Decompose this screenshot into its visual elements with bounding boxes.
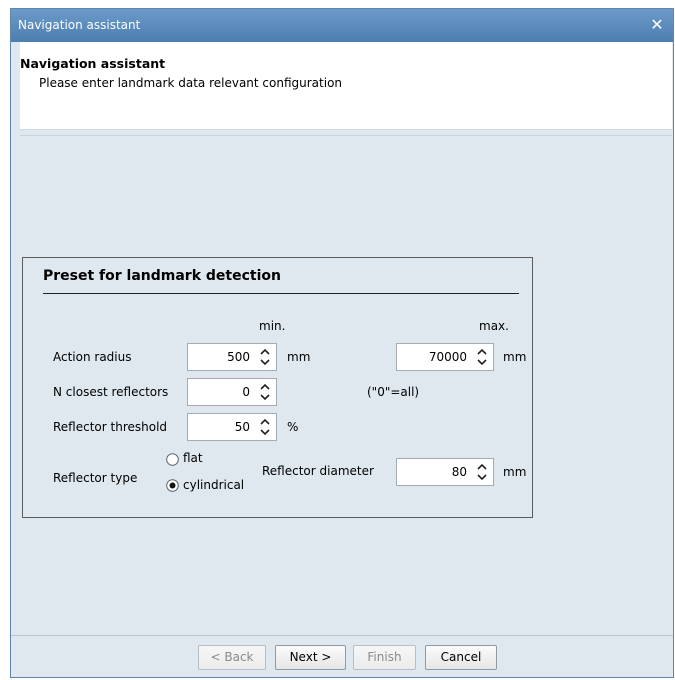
diameter-value: 80 [451,465,467,479]
action-radius-label: Action radius [53,350,132,364]
landmark-detection-panel: Preset for landmark detection min. max. … [22,257,533,518]
flat-radio-label[interactable]: flat [183,451,203,465]
n-closest-spinner[interactable]: 0 [187,378,277,406]
action-radius-max-unit: mm [503,350,527,364]
threshold-label: Reflector threshold [53,420,168,434]
action-radius-min-spinner[interactable]: 500 [187,343,277,371]
min-column-header: min. [259,319,286,333]
header-divider [20,135,672,136]
action-radius-min-value: 500 [227,350,250,364]
spinner-arrows-icon[interactable] [259,382,271,402]
wizard-window: Navigation assistant ✕ Navigation assist… [10,8,674,678]
cylindrical-radio-label[interactable]: cylindrical [183,478,244,492]
n-closest-value: 0 [242,385,250,399]
header-subtitle: Please enter landmark data relevant conf… [39,76,343,90]
next-button[interactable]: Next > [275,645,346,670]
title-bar: Navigation assistant ✕ [11,9,673,42]
action-radius-max-spinner[interactable]: 70000 [396,343,494,371]
close-icon[interactable]: ✕ [647,15,667,35]
diameter-spinner[interactable]: 80 [396,458,494,486]
reflector-type-label: Reflector type [53,471,138,485]
panel-divider [43,293,519,294]
spinner-arrows-icon[interactable] [476,347,488,367]
flat-radio[interactable] [166,453,179,466]
max-column-header: max. [479,319,509,333]
wizard-header: Navigation assistant Please enter landma… [20,42,672,130]
threshold-value: 50 [234,420,250,434]
threshold-unit: % [287,420,299,434]
cancel-button[interactable]: Cancel [425,645,497,670]
spinner-arrows-icon[interactable] [259,417,271,437]
spinner-arrows-icon[interactable] [476,462,488,482]
back-button[interactable]: < Back [198,645,266,670]
diameter-label: Reflector diameter [262,464,374,478]
footer-divider [11,635,673,636]
threshold-spinner[interactable]: 50 [187,413,277,441]
n-closest-hint: ("0"=all) [367,385,420,399]
finish-button[interactable]: Finish [353,645,416,670]
spinner-arrows-icon[interactable] [259,347,271,367]
action-radius-max-value: 70000 [428,350,467,364]
window-title: Navigation assistant [18,18,141,32]
diameter-unit: mm [503,465,527,479]
panel-title: Preset for landmark detection [43,268,281,284]
n-closest-label: N closest reflectors [53,385,169,399]
header-title: Navigation assistant [20,56,166,71]
action-radius-min-unit: mm [287,350,311,364]
cylindrical-radio[interactable] [166,479,179,492]
